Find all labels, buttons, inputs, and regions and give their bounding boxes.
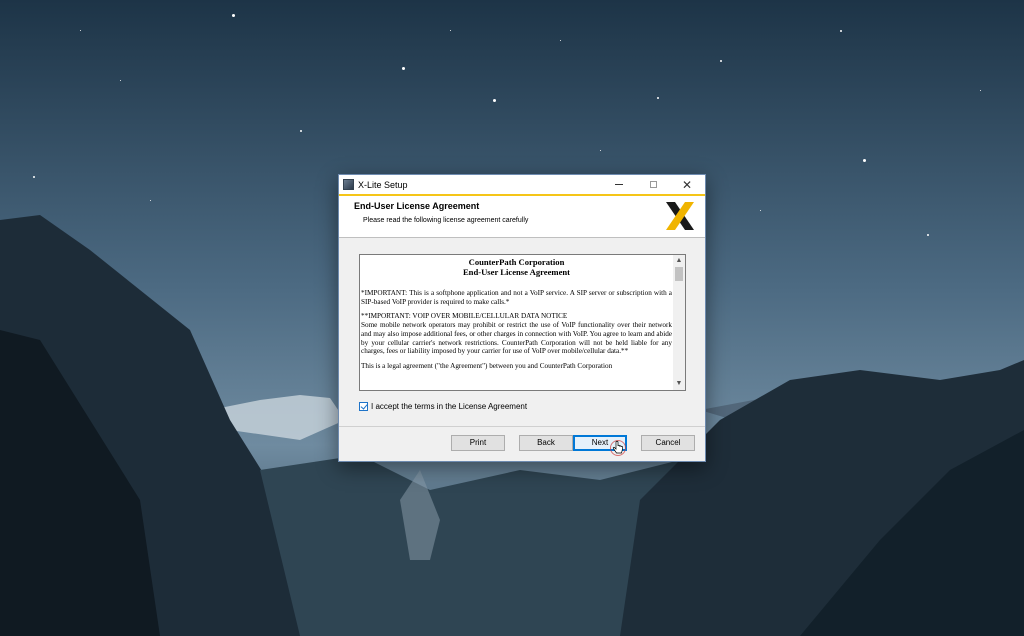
footer-divider	[339, 426, 705, 427]
license-scrollbar[interactable]: ▲ ▼	[673, 255, 685, 390]
scroll-down-icon[interactable]: ▼	[673, 378, 685, 390]
accept-terms-label[interactable]: I accept the terms in the License Agreem…	[371, 402, 527, 411]
license-paragraph: Some mobile network operators may prohib…	[361, 321, 672, 356]
license-paragraph: This is a legal agreement ("the Agreemen…	[361, 361, 613, 370]
setup-window: X-Lite Setup ✕ End-User License Agreemen…	[338, 174, 706, 462]
maximize-button[interactable]	[638, 175, 668, 194]
accept-terms-checkbox[interactable]	[359, 402, 368, 411]
maximize-icon	[649, 181, 657, 188]
hand-cursor-icon	[610, 440, 626, 456]
license-doc-title: End-User License Agreement	[462, 267, 571, 277]
license-text-box[interactable]: CounterPath Corporation End-User License…	[359, 254, 686, 391]
minimize-icon	[615, 184, 623, 185]
page-title: End-User License Agreement	[354, 201, 480, 211]
scroll-up-icon[interactable]: ▲	[673, 255, 685, 267]
back-button[interactable]: Back	[519, 435, 573, 451]
setup-app-icon	[343, 179, 354, 190]
license-paragraph: *IMPORTANT: This is a softphone applicat…	[361, 289, 672, 306]
license-text: CounterPath Corporation End-User License…	[361, 257, 672, 390]
title-bar[interactable]: X-Lite Setup ✕	[339, 175, 705, 194]
scrollbar-thumb[interactable]	[675, 267, 683, 281]
minimize-button[interactable]	[604, 175, 634, 194]
close-button[interactable]: ✕	[672, 175, 702, 194]
close-icon: ✕	[681, 177, 693, 192]
license-paragraph: **IMPORTANT: VOIP OVER MOBILE/CELLULAR D…	[361, 312, 568, 321]
wizard-header: End-User License Agreement Please read t…	[339, 196, 705, 238]
window-title: X-Lite Setup	[358, 179, 408, 190]
accept-terms-row[interactable]: I accept the terms in the License Agreem…	[359, 402, 527, 411]
cancel-button[interactable]: Cancel	[641, 435, 695, 451]
print-button[interactable]: Print	[451, 435, 505, 451]
x-lite-logo	[666, 202, 694, 230]
page-subtitle: Please read the following license agreem…	[363, 217, 529, 224]
license-company: CounterPath Corporation	[468, 257, 565, 267]
